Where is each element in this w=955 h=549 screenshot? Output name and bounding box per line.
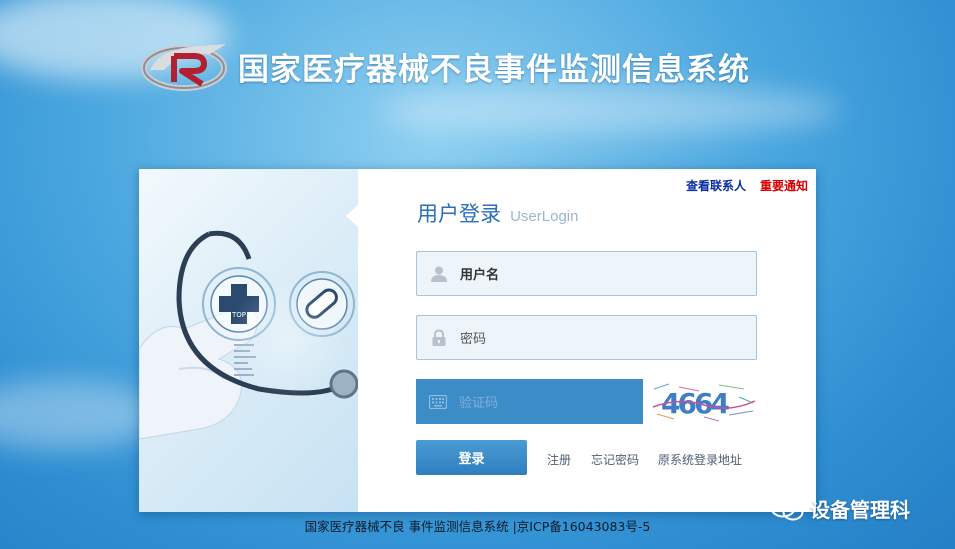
login-title: 用户登录 UserLogin: [417, 198, 578, 228]
site-logo: [141, 44, 227, 91]
login-title-en: UserLogin: [510, 208, 579, 225]
user-icon: [431, 266, 447, 282]
notice-link[interactable]: 重要通知: [760, 177, 808, 194]
watermark-text: 设备管理科: [810, 498, 910, 522]
captcha-field[interactable]: 验证码: [416, 379, 643, 424]
username-field[interactable]: 用户名: [416, 251, 757, 296]
contacts-link[interactable]: 查看联系人: [686, 177, 746, 194]
password-placeholder: 密码: [460, 332, 487, 347]
wechat-icon: [770, 496, 804, 520]
captcha-image[interactable]: 4664: [649, 379, 757, 424]
keyboard-icon: [429, 394, 447, 409]
login-title-cn: 用户登录: [417, 202, 501, 226]
lock-icon: [432, 328, 446, 346]
medical-hero-illustration: TOP: [139, 230, 358, 440]
cloud-decoration: [0, 380, 160, 450]
username-placeholder: 用户名: [460, 268, 500, 283]
top-links: 查看联系人 重要通知: [686, 177, 808, 194]
hero-image: TOP: [139, 169, 358, 512]
register-link[interactable]: 注册: [547, 451, 571, 468]
hero-pointer: [346, 205, 358, 227]
captcha-placeholder: 验证码: [459, 396, 499, 411]
site-header: 国家医疗器械不良事件监测信息系统: [140, 36, 750, 96]
watermark: 设备管理科: [770, 494, 910, 523]
password-field[interactable]: 密码: [416, 315, 757, 360]
login-panel: TOP 查看联系人 重要通知 用户登录 UserLogin 用户名 密码 验证码…: [139, 169, 816, 512]
login-button[interactable]: 登录: [416, 440, 527, 475]
forgot-password-link[interactable]: 忘记密码: [591, 451, 639, 468]
site-title: 国家医疗器械不良事件监测信息系统: [238, 51, 750, 88]
old-system-link[interactable]: 原系统登录地址: [658, 451, 742, 468]
